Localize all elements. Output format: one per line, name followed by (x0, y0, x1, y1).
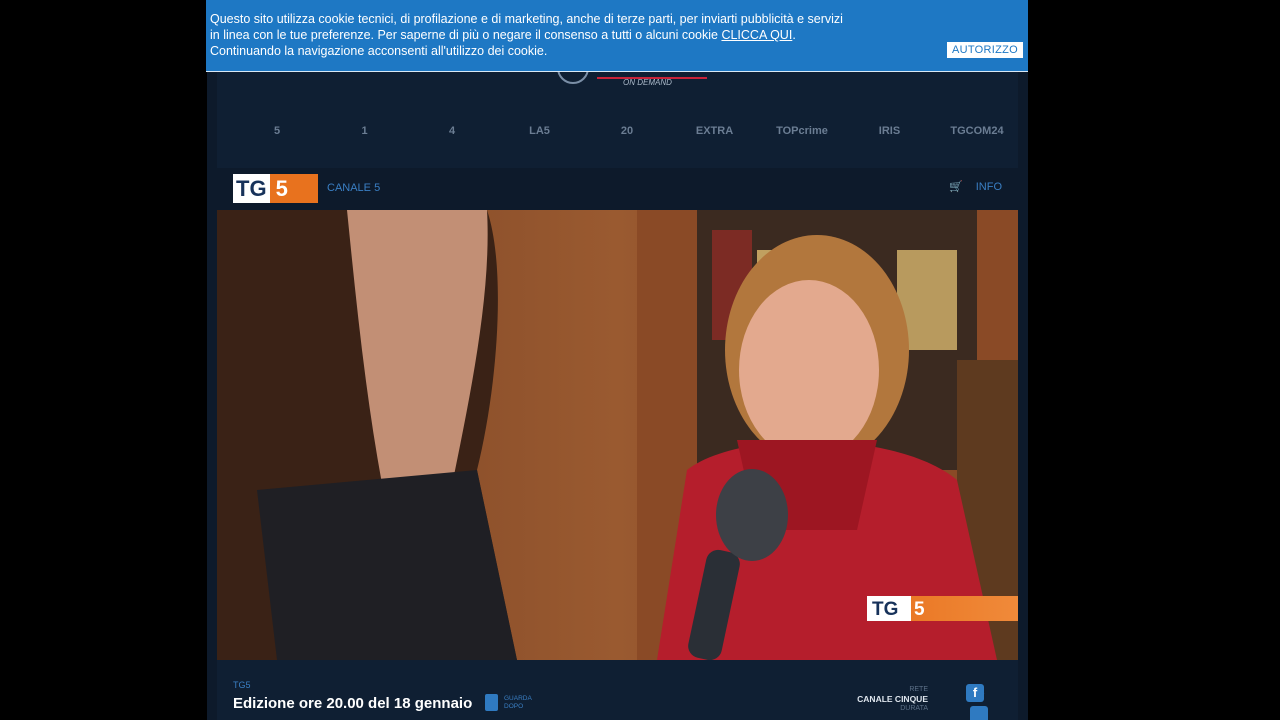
video-frame: TG 5 (217, 210, 1018, 660)
cookie-banner: Questo sito utilizza cookie tecnici, di … (206, 0, 1028, 72)
video-player[interactable]: TG 5 (217, 210, 1018, 660)
cookie-text: Questo sito utilizza cookie tecnici, di … (210, 11, 890, 59)
facebook-icon[interactable]: f (966, 684, 984, 702)
episode-info-bar: TG5 Edizione ore 20.00 del 18 gennaio GU… (217, 660, 1018, 720)
tg5-logo-tg: TG (233, 174, 270, 203)
extra-icon[interactable]: EXTRA (685, 125, 745, 137)
bookmark-icon (485, 694, 498, 711)
page: MEDIASET ON DEMAND 5 1 4 LA5 20 EXTRA TO… (207, 0, 1028, 720)
program-tag[interactable]: TG5 (233, 680, 251, 690)
watch-later-button[interactable]: GUARDA DOPO (485, 694, 532, 711)
italia1-icon[interactable]: 1 (335, 125, 395, 137)
episode-meta: RETE CANALE CINQUE DURATA (857, 686, 928, 712)
cookie-line2: in linea con le tue preferenze. Per sape… (210, 27, 890, 43)
rete-value: CANALE CINQUE (857, 694, 928, 704)
watch-later-label: GUARDA DOPO (504, 695, 532, 711)
durata-label: DURATA (900, 705, 928, 712)
tg5-logo-five: 5 (269, 174, 318, 203)
accept-cookies-button[interactable]: AUTORIZZO (946, 42, 1023, 58)
iris-icon[interactable]: IRIS (860, 125, 920, 137)
info-label: INFO (975, 181, 1002, 193)
watch-later-line1: GUARDA (504, 694, 532, 702)
twitter-icon[interactable] (970, 706, 988, 720)
cookie-policy-link[interactable]: CLICCA QUI (721, 28, 792, 42)
cookie-line2-end: . (792, 28, 796, 42)
cart-icon[interactable]: 🛒 (949, 181, 963, 193)
show-bar: TG 5 CANALE 5 🛒 INFO (217, 168, 1018, 210)
channel-link[interactable]: CANALE 5 (327, 182, 380, 194)
watch-later-line2: DOPO (504, 702, 524, 710)
overlay-five: 5 (914, 599, 925, 620)
twenty-icon[interactable]: 20 (597, 125, 657, 137)
cookie-line2-text: in linea con le tue preferenze. Per sape… (210, 28, 718, 42)
brand-subtitle: ON DEMAND (623, 78, 672, 87)
topcrime-icon[interactable]: TOPcrime (772, 125, 832, 137)
tgcom24-icon[interactable]: TGCOM24 (947, 125, 1007, 137)
overlay-tg: TG (872, 599, 898, 620)
episode-title: Edizione ore 20.00 del 18 gennaio (233, 695, 473, 712)
cookie-line1: Questo sito utilizza cookie tecnici, di … (210, 12, 843, 26)
rete4-icon[interactable]: 4 (422, 125, 482, 137)
info-button[interactable]: 🛒 INFO (949, 180, 1002, 193)
channel-nav: 5 1 4 LA5 20 EXTRA TOPcrime IRIS TGCOM24 (247, 118, 1007, 144)
la5-icon[interactable]: LA5 (510, 125, 570, 137)
rete-label: RETE (909, 686, 928, 693)
canale5-icon[interactable]: 5 (247, 125, 307, 137)
cookie-line3: Continuando la navigazione acconsenti al… (210, 44, 548, 58)
tg5-logo[interactable]: TG 5 (233, 174, 318, 203)
